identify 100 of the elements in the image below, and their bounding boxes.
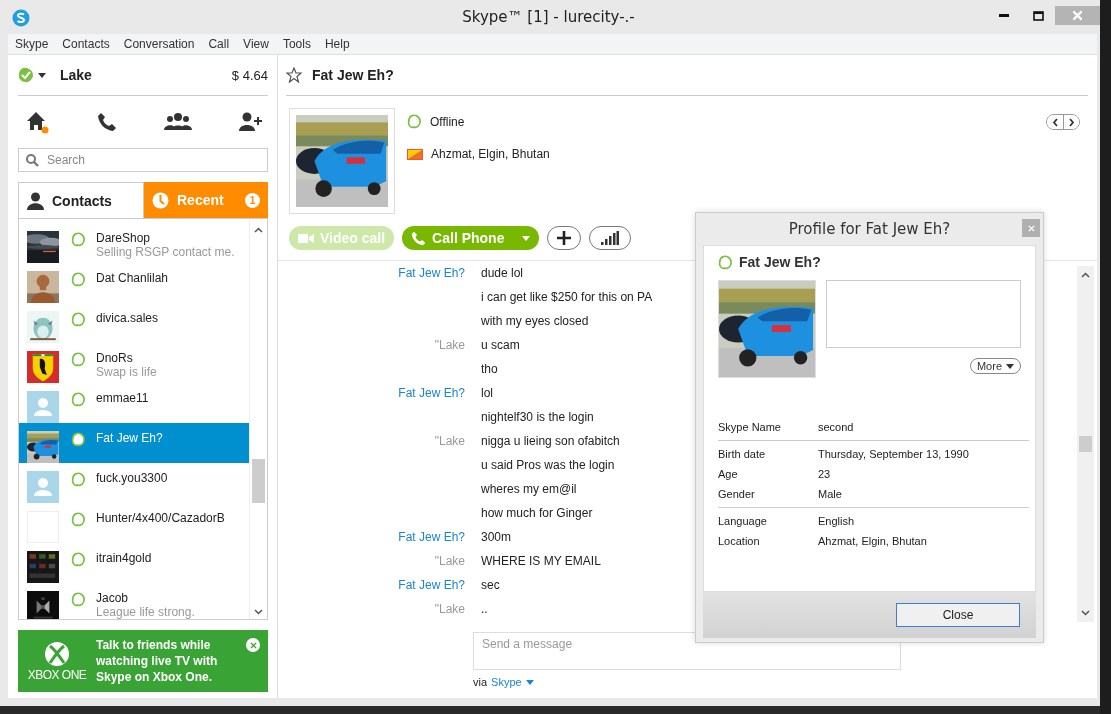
menu-item[interactable]: Tools <box>275 37 318 51</box>
logo-icon <box>12 9 30 27</box>
close-icon <box>1027 224 1035 232</box>
message-text: u said Pros was the login <box>481 458 615 472</box>
message-text: lol <box>481 386 493 400</box>
chevron-left-icon <box>1051 117 1059 127</box>
call-quality-button[interactable] <box>589 226 632 250</box>
contact-name: Hunter/4x400/CazadorB <box>96 511 225 525</box>
scroll-up-icon[interactable] <box>1081 272 1090 278</box>
scrollbar-thumb[interactable] <box>252 459 265 503</box>
field-value: Ahzmat, Elgin, Bhutan <box>818 535 927 547</box>
contact-item[interactable]: itrain4gold <box>19 543 249 583</box>
service-link[interactable]: Skype <box>491 676 534 688</box>
message-text: WHERE IS MY EMAIL <box>481 554 601 568</box>
status-icon <box>71 472 86 487</box>
contact-mood: League life strong. <box>96 605 195 619</box>
message-text: sec <box>481 578 500 592</box>
menu-item[interactable]: View <box>236 37 276 51</box>
dialog-title: Profile for Fat Jew Eh? <box>788 220 951 238</box>
contact-item[interactable]: Jacob League life strong. <box>19 583 249 619</box>
scrollbar-thumb[interactable] <box>1079 436 1092 452</box>
caret-icon <box>38 72 46 78</box>
contact-item[interactable]: DareShop Selling RSGP contact me. <box>19 223 249 263</box>
contact-item[interactable]: Hunter/4x400/CazadorB <box>19 503 249 543</box>
field-label: Age <box>718 468 739 480</box>
contact-mood: Selling RSGP contact me. <box>96 245 235 259</box>
status-text: Offline <box>430 114 465 129</box>
signal-bars-icon <box>601 231 620 245</box>
message-sender: Fat Jew Eh? <box>397 386 465 400</box>
message-text: with my eyes closed <box>481 314 589 328</box>
contact-name: fuck.you3300 <box>96 471 168 485</box>
status-icon <box>71 232 86 247</box>
add-contact-icon[interactable] <box>239 112 263 132</box>
message-sender: "Lake <box>433 434 465 448</box>
home-icon[interactable] <box>26 110 50 134</box>
account-credit: $ 4.64 <box>231 67 268 83</box>
message-text: 300m <box>481 530 512 544</box>
phone-icon[interactable] <box>97 112 117 132</box>
contact-name: emmae11 <box>96 391 149 405</box>
message-text: i can get like $250 for this on PA <box>481 290 653 304</box>
message-sender: Fat Jew Eh? <box>397 578 465 592</box>
contact-name: itrain4gold <box>96 551 152 565</box>
default-avatar-icon <box>27 471 59 503</box>
contact-item[interactable]: Fat Jew Eh? <box>19 423 249 463</box>
contact-item[interactable]: divica.sales <box>19 303 249 343</box>
add-button[interactable] <box>547 226 582 250</box>
message-sender: "Lake <box>433 602 465 616</box>
contact-name: Fat Jew Eh? <box>96 431 163 445</box>
window-title: Skype™ [1] - lurecity-.- <box>462 8 635 26</box>
scroll-up-icon[interactable] <box>254 227 263 233</box>
conversation-title: Fat Jew Eh? <box>312 67 394 83</box>
message-text: nigga u lieing son ofabitch <box>481 434 620 448</box>
tab[interactable]: Contacts <box>18 182 144 218</box>
menu-item[interactable]: Conversation <box>116 37 202 51</box>
message-text: nightelf30 is the login <box>481 410 594 424</box>
camera-icon <box>298 232 314 244</box>
scroll-down-icon[interactable] <box>254 609 263 615</box>
close-button[interactable] <box>246 638 260 652</box>
caret-icon <box>1006 363 1014 369</box>
flag-icon <box>407 148 423 160</box>
contact-item[interactable]: fuck.you3300 <box>19 463 249 503</box>
contact-name: DnoRs <box>96 351 134 365</box>
field-label: Birth date <box>718 448 767 460</box>
message-text: .. <box>481 602 488 616</box>
close-button[interactable]: Close <box>896 603 1020 627</box>
contact-item[interactable]: emmae11 <box>19 383 249 423</box>
next-button[interactable] <box>1063 115 1079 129</box>
default-avatar-icon <box>27 391 59 423</box>
field-value: 23 <box>818 468 831 480</box>
menu-item[interactable]: Contacts <box>55 37 117 51</box>
field-label: Skype Name <box>718 421 782 433</box>
status-icon <box>718 254 733 270</box>
via-label: via <box>473 676 488 688</box>
field-value: second <box>818 421 854 433</box>
location-text: Ahzmat, Elgin, Bhutan <box>431 147 550 161</box>
contact-name: Jacob <box>96 591 130 605</box>
menu-item[interactable]: Skype <box>8 37 56 51</box>
more-button[interactable]: More <box>969 358 1021 374</box>
menu-item[interactable]: Help <box>317 37 357 51</box>
star-icon[interactable] <box>286 67 302 83</box>
menu-item[interactable]: Call <box>201 37 237 51</box>
message-text: how much for Ginger <box>481 506 593 520</box>
search-field[interactable]: Search <box>18 148 268 172</box>
close-icon <box>1072 10 1083 21</box>
message-text: tho <box>481 362 498 376</box>
chevron-right-icon <box>1068 117 1075 127</box>
message-text: dude lol <box>481 266 524 280</box>
notification-badge: 1 <box>245 192 260 208</box>
field-value: Male <box>818 488 842 500</box>
close-icon <box>249 641 257 649</box>
status-icon <box>71 512 86 527</box>
field-label: Location <box>718 535 761 547</box>
message-sender: "Lake <box>433 338 465 352</box>
field-label: Gender <box>718 488 756 500</box>
contact-item[interactable]: Dat Chanlilah <box>19 263 249 303</box>
group-icon[interactable] <box>164 112 192 132</box>
scroll-down-icon[interactable] <box>1081 610 1090 616</box>
search-icon <box>25 153 39 167</box>
status-icon <box>71 312 86 327</box>
contact-item[interactable]: DnoRs Swap is life <box>19 343 249 383</box>
